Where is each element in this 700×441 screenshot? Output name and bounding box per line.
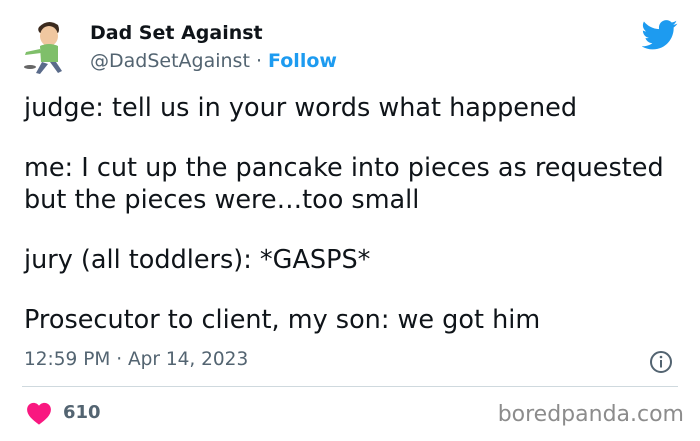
heart-icon[interactable] <box>26 402 52 425</box>
handle-row: @DadSetAgainst · Follow <box>90 50 337 72</box>
tweet-paragraph-3: jury (all toddlers): *GASPS* <box>24 245 371 275</box>
tweet-paragraph-2: me: I cut up the pancake into pieces as … <box>24 153 664 215</box>
tweet-timestamp[interactable]: 12:59 PM · Apr 14, 2023 <box>24 349 248 370</box>
handle-separator: · <box>255 50 262 72</box>
like-count[interactable]: 610 <box>63 402 101 423</box>
watermark: boredpanda.com <box>497 402 684 427</box>
tweet-paragraph-1: judge: tell us in your words what happen… <box>24 93 578 123</box>
tweet-body: judge: tell us in your words what happen… <box>24 92 684 336</box>
divider <box>22 386 678 387</box>
author-name[interactable]: Dad Set Against <box>90 22 263 44</box>
avatar[interactable] <box>22 18 74 76</box>
follow-button[interactable]: Follow <box>268 50 337 72</box>
author-handle[interactable]: @DadSetAgainst <box>90 50 250 72</box>
tweet-paragraph-4: Prosecutor to client, my son: we got him <box>24 305 541 335</box>
info-icon[interactable] <box>649 350 673 374</box>
twitter-bird-icon[interactable] <box>641 20 678 50</box>
